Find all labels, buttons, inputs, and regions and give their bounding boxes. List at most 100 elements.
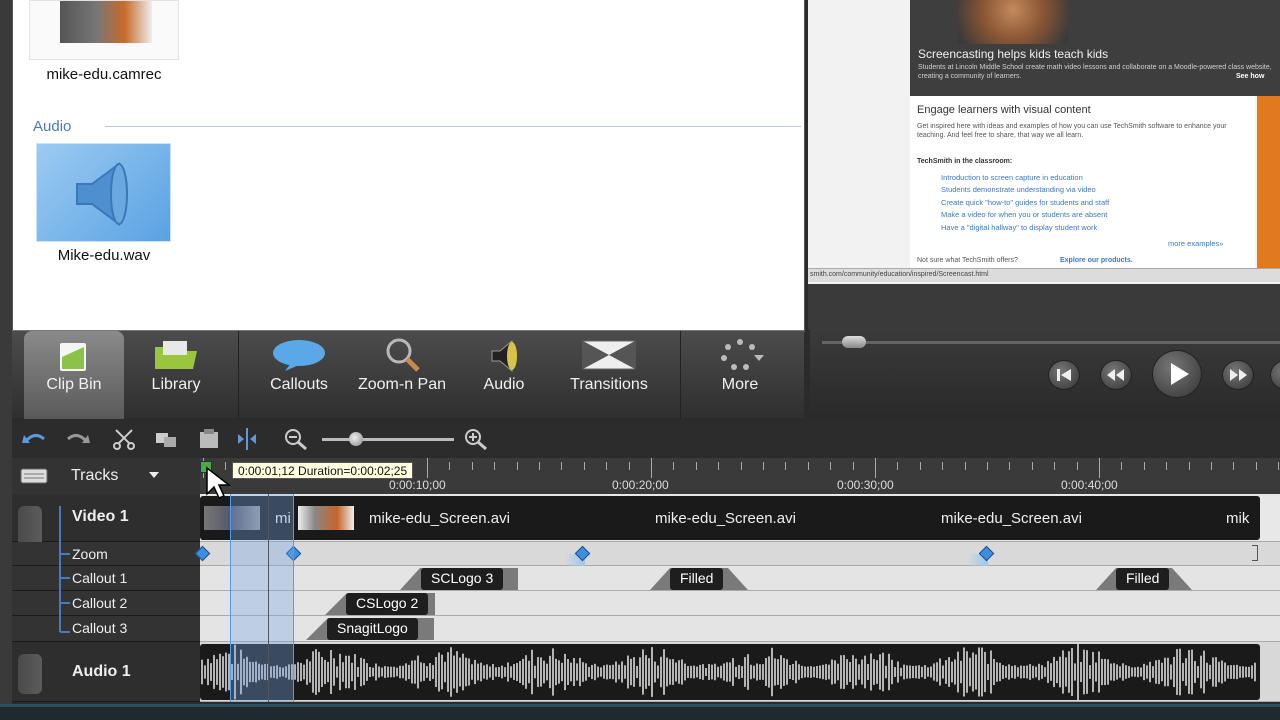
status-url: smith.com/community/education/inspired/S… [810, 271, 989, 278]
callout-sclogo-3[interactable]: SCLogo 3 [421, 568, 504, 590]
web-link-5[interactable]: Have a "digital hallway" to display stud… [941, 223, 1097, 232]
ruler-tick [763, 462, 764, 470]
ruler-label: 0:00:20;00 [612, 478, 669, 492]
ruler-tick [1188, 462, 1190, 470]
ruler-tick [516, 462, 518, 470]
track-audio-1[interactable]: Audio 1 [12, 642, 200, 702]
paste-icon[interactable] [196, 429, 222, 449]
tab-clip-bin-label: Clip Bin [46, 376, 102, 393]
copy-icon[interactable] [154, 429, 180, 449]
web-link-1[interactable]: Introduction to screen capture in educat… [941, 173, 1083, 182]
video-clip-label: mike-edu_Screen.avi [655, 510, 796, 527]
audio-clip[interactable] [200, 642, 1260, 702]
web-link-4[interactable]: Make a video for when you or students ar… [941, 210, 1107, 219]
track-callout-2-label: Callout 2 [72, 595, 128, 611]
tab-callouts-label: Callouts [270, 376, 328, 393]
fast-forward-button[interactable] [1222, 360, 1254, 390]
audio-section-divider [105, 126, 801, 127]
preview-scrub-track[interactable] [822, 341, 1280, 344]
callout-filled[interactable]: Filled [670, 568, 724, 590]
more-dots-icon [721, 339, 764, 370]
track-video-1[interactable]: Video 1 [12, 494, 200, 654]
timeline-selection[interactable] [230, 494, 294, 702]
web-footer-link[interactable]: Explore our products. [1060, 256, 1133, 265]
ruler-tick [830, 462, 832, 470]
tab-callouts[interactable]: Callouts [248, 331, 350, 419]
banner-photo [958, 0, 1068, 44]
fast-forward-icon [1230, 369, 1247, 381]
web-link-3[interactable]: Create quick "how-to" guides for student… [941, 198, 1109, 207]
ruler-tick [583, 462, 585, 470]
ruler-tick [807, 462, 809, 470]
speaker-icon [76, 162, 128, 226]
ruler-tick [897, 462, 899, 470]
track-callout-1-label: Callout 1 [72, 570, 128, 586]
see-how-link[interactable]: See how [1236, 73, 1264, 80]
ruler-tick [919, 462, 921, 470]
clip-bin-panel: mike-edu.camrec Audio Mike-edu.wav [12, 0, 805, 332]
track-callout-3[interactable]: Callout 3 [12, 616, 200, 642]
ruler-tick [561, 462, 563, 470]
callout-snagitlogo[interactable]: SnagitLogo [327, 618, 418, 640]
track-zoom-label: Zoom [72, 546, 108, 562]
tab-audio[interactable]: Audio [454, 331, 554, 419]
ruler-tick [494, 462, 496, 470]
tab-library[interactable]: Library [126, 331, 226, 419]
camrec-thumbnail[interactable] [29, 0, 179, 60]
ruler-tick [942, 462, 944, 470]
ruler-tick [1233, 462, 1235, 470]
zoom-out-icon[interactable] [284, 428, 308, 450]
tab-more-label: More [721, 376, 759, 393]
zoom-in-icon[interactable] [464, 428, 488, 450]
keyboard-icon[interactable] [20, 467, 48, 485]
web-sidebar-orange [1257, 96, 1280, 268]
preview-scrub-knob[interactable] [842, 336, 866, 348]
callout-cslogo-2[interactable]: CSLogo 2 [346, 593, 429, 615]
ruler-label: 0:00:30;00 [837, 478, 894, 492]
banner-subtitle: Students at Lincoln Middle School create… [918, 64, 1272, 80]
track-audio-1-label: Audio 1 [72, 663, 131, 680]
cut-icon[interactable] [112, 428, 136, 450]
callout-filled[interactable]: Filled [1116, 568, 1170, 590]
tab-more[interactable]: More [688, 331, 792, 419]
undo-icon[interactable] [22, 429, 48, 449]
ruler-tick [987, 462, 988, 470]
track-callout-2[interactable]: Callout 2 [12, 591, 200, 616]
bottom-frame [0, 704, 1280, 720]
chevron-down-icon[interactable] [148, 470, 160, 480]
task-toolbar: Clip Bin Library Callouts Zoom-n Pan Aud… [12, 330, 804, 419]
web-intro: Get inspired here with ideas and example… [917, 123, 1227, 139]
zoom-slider-thumb[interactable] [349, 432, 363, 446]
playhead-line [268, 494, 269, 702]
tracks-label[interactable]: Tracks [71, 467, 118, 485]
ruler-tick [539, 462, 540, 470]
canvas-preview: Screencasting helps kids teach kids Stud… [808, 0, 1280, 284]
rewind-icon [1107, 369, 1124, 381]
clip-bin-icon [60, 343, 86, 371]
ruler-tick [673, 462, 675, 470]
ruler-label: 0:00:10;00 [389, 478, 446, 492]
skip-start-icon [1057, 369, 1071, 381]
play-button[interactable] [1152, 350, 1202, 398]
tab-clip-bin[interactable]: Clip Bin [24, 331, 124, 419]
wav-thumbnail[interactable] [36, 143, 171, 242]
track-callout-1[interactable]: Callout 1 [12, 566, 200, 591]
zoom-slider-track[interactable] [322, 438, 454, 441]
tab-zoom-n-pan[interactable]: Zoom-n Pan [352, 331, 452, 419]
redo-icon[interactable] [64, 429, 90, 449]
audio-track-lock[interactable] [18, 654, 42, 694]
split-icon[interactable] [234, 428, 260, 450]
track-video-1-label: Video 1 [72, 508, 129, 525]
speech-bubble-icon [273, 340, 325, 371]
more-examples-link[interactable]: more examples» [1168, 239, 1223, 248]
tab-transitions[interactable]: Transitions [556, 331, 662, 419]
library-folder-icon [155, 341, 197, 369]
track-zoom[interactable]: Zoom [12, 542, 200, 566]
ruler-tick [606, 462, 608, 470]
ruler-tick [651, 458, 652, 478]
ruler-tick [1099, 458, 1100, 478]
toolbar-separator [680, 331, 681, 419]
rewind-button[interactable] [1100, 360, 1132, 390]
web-link-2[interactable]: Students demonstrate understanding via v… [941, 185, 1096, 194]
go-to-start-button[interactable] [1048, 360, 1080, 390]
